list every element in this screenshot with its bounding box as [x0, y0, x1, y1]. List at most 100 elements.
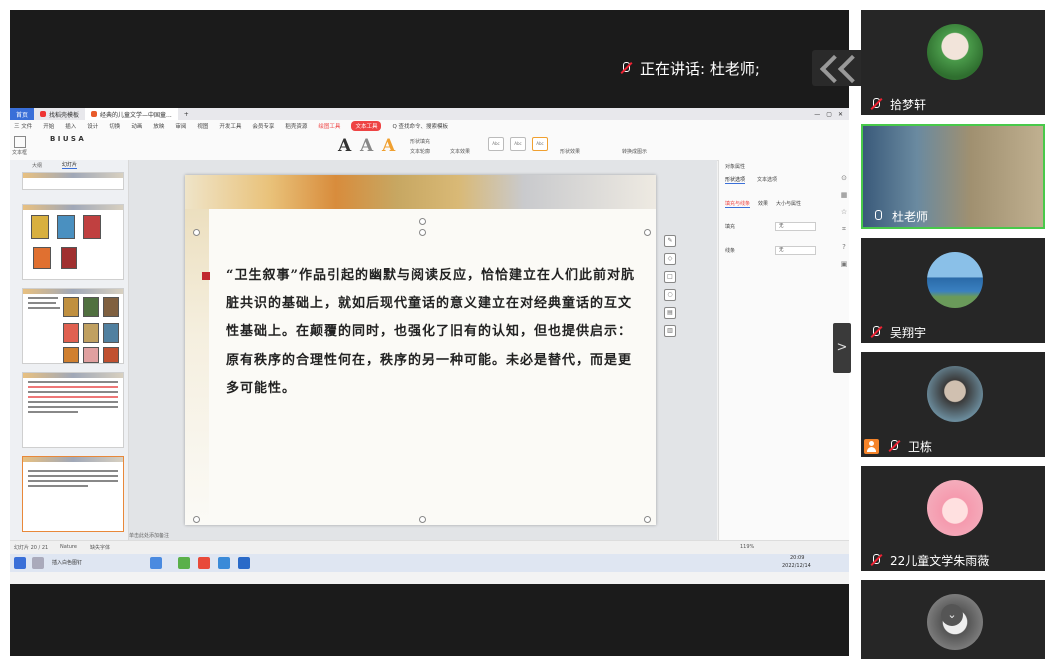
participant-tile[interactable]: 拾梦轩: [861, 10, 1045, 115]
tab-document[interactable]: 经典的儿童文学—中国童...: [85, 108, 178, 120]
shape-icon[interactable]: ◇: [664, 253, 676, 265]
line-label: 线条: [725, 248, 736, 254]
mic-muted-icon: [869, 325, 883, 339]
menu-insert[interactable]: 插入: [65, 122, 76, 130]
participant-tile-active[interactable]: 杜老师: [861, 124, 1045, 229]
subtab-fill-line[interactable]: 填充与线条: [725, 200, 751, 208]
resize-handle[interactable]: [644, 229, 651, 236]
taskbar-app-icon[interactable]: [218, 557, 230, 569]
line-select[interactable]: 无: [775, 246, 817, 255]
text-style-a-gray[interactable]: A: [360, 136, 373, 156]
style-preset-1[interactable]: Abc: [488, 137, 504, 151]
wps-icon[interactable]: [198, 557, 210, 569]
taskbar-app-icon[interactable]: [150, 557, 162, 569]
zoom-level[interactable]: 119%: [740, 544, 754, 550]
tab-shape-options[interactable]: 形状选项: [725, 176, 746, 184]
taskbar-app-icon[interactable]: [178, 557, 190, 569]
taskbar-app-icon[interactable]: [238, 557, 250, 569]
participant-name: 拾梦轩: [890, 97, 927, 112]
notes-area[interactable]: 单击此处添加备注: [129, 532, 717, 540]
menu-animation[interactable]: 动画: [131, 122, 142, 130]
frame-icon[interactable]: □: [664, 271, 676, 283]
layout-icon[interactable]: ▥: [664, 325, 676, 337]
style-preset-3[interactable]: Abc: [532, 137, 548, 151]
style-preset-2[interactable]: Abc: [510, 137, 526, 151]
resize-handle[interactable]: [193, 229, 200, 236]
windows-taskbar: 插入白色图钉 20:09 2022/12/14: [10, 554, 849, 572]
menu-start[interactable]: 开始: [43, 122, 54, 130]
textbox-icon[interactable]: [14, 136, 26, 148]
slide-bullet: [202, 272, 210, 280]
menu-docer[interactable]: 稻壳资源: [285, 122, 307, 130]
menu-file[interactable]: 三 文件: [14, 122, 32, 130]
menu-member[interactable]: 会员专享: [252, 122, 274, 130]
windows-start-icon[interactable]: [14, 557, 26, 569]
rotate-handle[interactable]: [419, 218, 426, 225]
missing-font[interactable]: 缺失字体: [90, 544, 110, 551]
command-search[interactable]: Q 查找命令、搜索模板: [392, 122, 448, 130]
menu-text-tools[interactable]: 文本工具: [351, 121, 382, 131]
slide-thumbnail[interactable]: [22, 172, 124, 190]
participant-name: 卫栋: [908, 439, 933, 454]
ribbon-text-outline[interactable]: 文本轮廓: [410, 148, 430, 155]
resize-handle[interactable]: [644, 516, 651, 523]
slide-thumbnail[interactable]: 17: [22, 204, 124, 280]
pen-icon[interactable]: ✎: [664, 235, 676, 247]
menu-slideshow[interactable]: 放映: [153, 122, 164, 130]
text-style-a-orange[interactable]: A: [382, 136, 395, 156]
minimize-icon[interactable]: —: [814, 111, 820, 118]
subtab-effects[interactable]: 效果: [758, 200, 768, 208]
avatar: [927, 24, 983, 80]
grid-icon[interactable]: ▣: [841, 260, 848, 268]
clock-date: 2022/12/14: [782, 563, 811, 569]
ribbon-text-effect[interactable]: 文本效果: [450, 148, 470, 155]
participant-tile[interactable]: 22儿童文学朱雨薇: [861, 466, 1045, 571]
participant-tile[interactable]: 卫栋: [861, 352, 1045, 457]
format-buttons[interactable]: B I U S A: [50, 135, 84, 143]
resize-handle[interactable]: [193, 516, 200, 523]
slide-thumbnail-current[interactable]: 20: [22, 456, 124, 532]
maximize-icon[interactable]: ▢: [826, 111, 832, 118]
props-title: 对象属性: [725, 164, 746, 170]
ribbon-shape-fill[interactable]: 形状填充: [410, 138, 430, 145]
menu-view[interactable]: 视图: [197, 122, 208, 130]
menu-design[interactable]: 设计: [87, 122, 98, 130]
search-icon[interactable]: [32, 557, 44, 569]
taskbar-app1[interactable]: 插入白色图钉: [52, 559, 82, 566]
resize-handle[interactable]: [419, 516, 426, 523]
ppt-icon: [91, 111, 98, 117]
star-icon[interactable]: ☆: [841, 208, 847, 216]
subtab-size[interactable]: 大小与属性: [776, 200, 801, 208]
image-icon[interactable]: ▤: [664, 307, 676, 319]
expand-panel-button[interactable]: >: [833, 323, 851, 373]
slide-thumbnail[interactable]: 18: [22, 288, 124, 364]
help-icon[interactable]: ?: [842, 243, 846, 251]
select-icon[interactable]: ⊙: [841, 174, 847, 182]
crop-icon[interactable]: ⌗: [842, 225, 846, 234]
slide-thumbnail[interactable]: 19: [22, 372, 124, 448]
menu-drawing-tools[interactable]: 绘图工具: [318, 122, 340, 130]
tab-outline[interactable]: 大纲: [32, 162, 42, 169]
menu-transition[interactable]: 切换: [109, 122, 120, 130]
ribbon-convert-diagram[interactable]: 转换成图示: [622, 148, 647, 155]
ribbon-shape-effect[interactable]: 形状效果: [560, 148, 580, 155]
fill-select[interactable]: 无: [775, 222, 817, 231]
properties-icon[interactable]: ▦: [841, 191, 848, 199]
tab-templates[interactable]: 找稻壳模板: [34, 108, 85, 120]
fill-label: 填充: [725, 224, 736, 230]
slide-body-text[interactable]: “卫生叙事”作品引起的幽默与阅读反应，恰恰建立在人们此前对肮脏共识的基础上，就如…: [226, 262, 636, 403]
text-style-a-black[interactable]: A: [338, 136, 351, 156]
new-tab-button[interactable]: +: [178, 108, 195, 120]
location-icon[interactable]: ○: [664, 289, 676, 301]
menu-review[interactable]: 审阅: [175, 122, 186, 130]
participant-tile[interactable]: 吴翔宇: [861, 238, 1045, 343]
menu-developer[interactable]: 开发工具: [219, 122, 241, 130]
close-icon[interactable]: ✕: [838, 111, 843, 118]
tab-slides[interactable]: 幻灯片: [62, 161, 78, 169]
wps-tabbar: 首页 找稻壳模板 经典的儿童文学—中国童... + — ▢ ✕: [10, 108, 849, 120]
tab-text-options[interactable]: 文本选项: [757, 176, 777, 184]
resize-handle[interactable]: [419, 229, 426, 236]
chevron-down-icon[interactable]: ⌄: [941, 604, 963, 626]
participant-tile[interactable]: ⌄: [861, 580, 1045, 659]
tab-home[interactable]: 首页: [10, 108, 35, 120]
